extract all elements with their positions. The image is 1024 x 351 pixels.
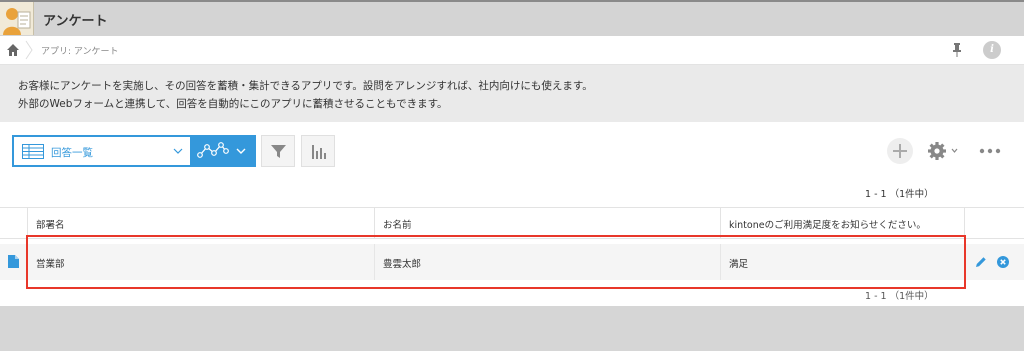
filter-button[interactable] <box>261 135 295 167</box>
record-detail-icon[interactable] <box>8 255 19 268</box>
add-record-button[interactable] <box>887 138 913 164</box>
graph-icon <box>197 142 229 158</box>
edit-pencil-icon[interactable] <box>975 256 987 268</box>
breadcrumb-app-link[interactable]: アプリ: アンケート <box>41 44 119 57</box>
pagination-count-top: 1 - 1 （1件中） <box>865 189 934 200</box>
more-icon <box>979 148 1001 154</box>
column-header-label: kintoneのご利用満足度をお知らせください。 <box>729 220 926 231</box>
app-title-bar: アンケート <box>0 0 1024 36</box>
gear-icon <box>928 142 958 160</box>
description-line-2: 外部のWebフォームと連携して、回答を自動的にこのアプリに蓄積させることもできま… <box>18 98 448 110</box>
pagination-count-bottom: 1 - 1 （1件中） <box>865 291 934 302</box>
column-header-label: 部署名 <box>36 220 65 231</box>
column-header-label: お名前 <box>383 220 412 231</box>
app-title: アンケート <box>43 14 108 29</box>
chevron-down-icon <box>236 148 246 154</box>
filter-icon <box>271 145 286 158</box>
column-header-actions <box>964 208 1024 239</box>
chevron-down-icon <box>173 148 183 154</box>
breadcrumb-separator-icon <box>25 40 33 60</box>
table-view-icon <box>22 144 44 159</box>
app-description: お客様にアンケートを実施し、その回答を蓄積・集計できるアプリです。設問をアレンジ… <box>0 65 1024 122</box>
pin-icon[interactable] <box>951 42 963 58</box>
app-settings-button[interactable] <box>927 140 961 162</box>
view-select-label: 回答一覧 <box>51 147 93 159</box>
breadcrumb: アプリ: アンケート i <box>0 36 1024 65</box>
view-select-dropdown[interactable]: 回答一覧 <box>12 135 192 167</box>
top-border <box>0 0 1024 2</box>
bar-chart-icon <box>312 145 326 159</box>
info-icon[interactable]: i <box>983 41 1001 59</box>
home-icon[interactable] <box>6 43 20 57</box>
plus-icon <box>893 144 907 158</box>
highlight-annotation-box <box>26 235 966 289</box>
more-options-button[interactable] <box>979 143 1001 159</box>
chart-button[interactable] <box>301 135 335 167</box>
app-icon[interactable] <box>0 2 34 35</box>
description-line-1: お客様にアンケートを実施し、その回答を蓄積・集計できるアプリです。設問をアレンジ… <box>18 80 593 92</box>
graph-select-button[interactable] <box>192 135 256 167</box>
delete-icon[interactable] <box>997 256 1009 268</box>
